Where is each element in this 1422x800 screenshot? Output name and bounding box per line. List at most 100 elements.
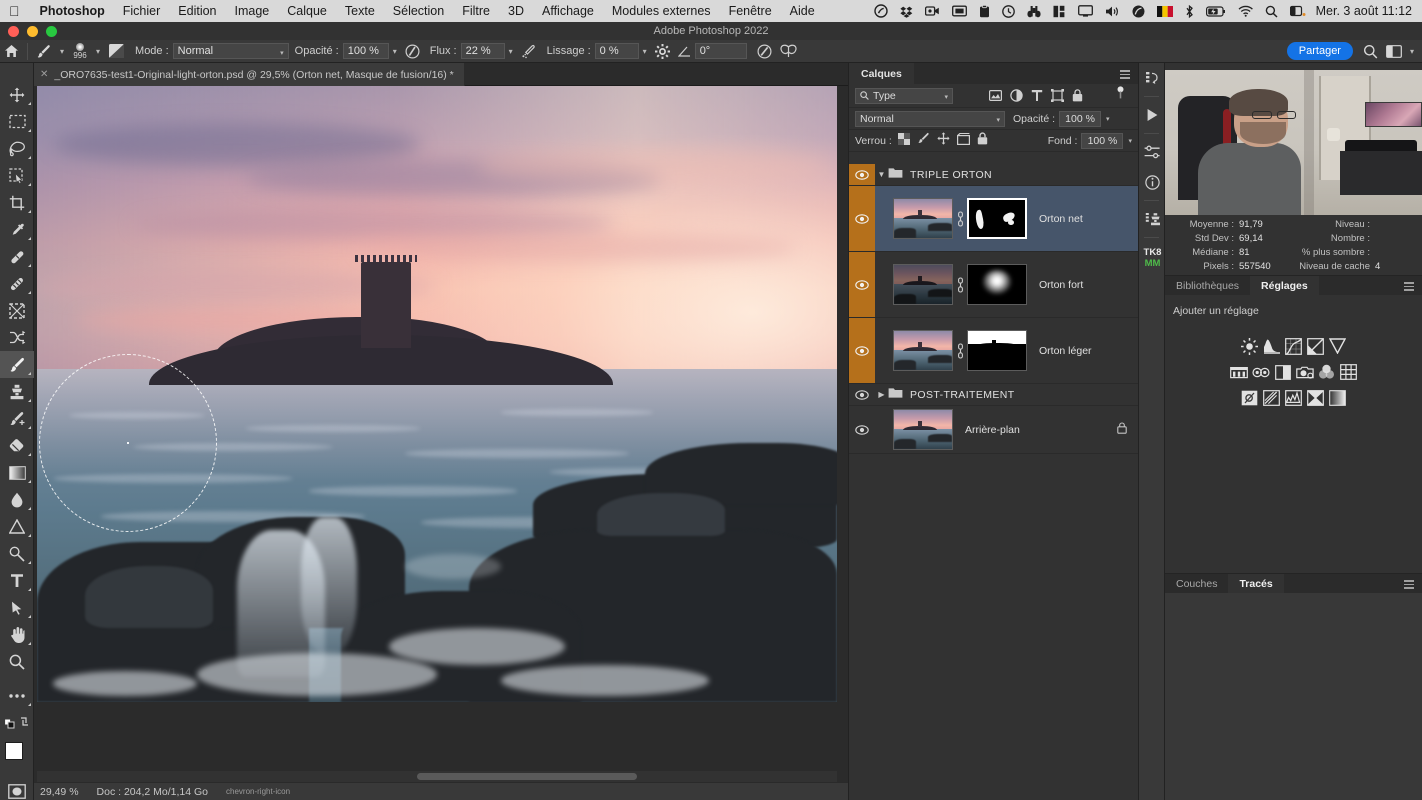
panel-menu-icon[interactable] [1120,70,1130,79]
control-center-icon[interactable] [1284,0,1312,22]
eye-icon[interactable] [849,164,875,185]
menu-item-aide[interactable]: Aide [781,4,824,18]
menu-item-calque[interactable]: Calque [278,4,336,18]
menu-item-filtre[interactable]: Filtre [453,4,499,18]
curves-icon[interactable] [1285,337,1303,355]
screen-record-icon[interactable] [919,0,946,22]
belgium-flag-icon[interactable] [1151,0,1179,22]
minimize-window-button[interactable] [27,26,38,37]
lock-transparent-pixels-icon[interactable] [897,132,910,150]
layer-row-orton-net[interactable]: Orton net [849,186,1139,252]
eye-icon[interactable] [849,406,875,453]
tab-calques[interactable]: Calques [849,63,914,84]
brush-preset-caret-icon[interactable]: ▾ [56,47,68,56]
airbrush-icon[interactable] [517,40,541,63]
photo-filter-icon[interactable] [1295,363,1314,381]
layer-thumbnail[interactable] [893,264,953,305]
blend-mode-select[interactable]: Normal ▾ [172,43,289,59]
patch-tool[interactable] [0,270,34,297]
time-machine-icon[interactable] [996,0,1021,22]
color-swatches[interactable] [0,740,34,778]
opacity-input[interactable]: 100 % [342,43,389,59]
lock-artboard-icon[interactable] [956,132,970,150]
link-icon[interactable] [953,276,967,293]
layer-thumbnail[interactable] [893,409,953,450]
link-icon[interactable] [953,342,967,359]
history-icon[interactable] [1139,63,1166,93]
object-selection-tool[interactable] [0,162,34,189]
layer-name[interactable]: POST-TRAITEMENT [910,389,1015,401]
properties-sliders-icon[interactable] [1139,137,1166,167]
shuffle-tool[interactable] [0,324,34,351]
wifi-icon[interactable] [1232,0,1259,22]
smartobject-filter-icon[interactable] [1068,89,1087,102]
lock-position-icon[interactable] [937,131,950,150]
spotlight-search-icon[interactable] [1259,0,1284,22]
panel-menu-icon[interactable] [1404,282,1414,291]
dodge-tool[interactable] [0,513,34,540]
levels-icon[interactable] [1263,337,1281,355]
flow-input[interactable]: 22 % [460,43,505,59]
binoculars-icon[interactable] [1021,0,1047,22]
document-canvas[interactable] [37,86,837,702]
eye-icon[interactable] [849,186,875,251]
hand-tool[interactable] [0,621,34,648]
type-tool[interactable] [0,567,34,594]
smoothing-input[interactable]: 0 % [594,43,639,59]
menu-item-modules-externes[interactable]: Modules externes [603,4,720,18]
share-button[interactable]: Partager [1286,42,1353,60]
menu-item-fichier[interactable]: Fichier [114,4,170,18]
battery-icon[interactable] [1200,0,1232,22]
exposure-icon[interactable] [1307,337,1325,355]
menu-item-3d[interactable]: 3D [499,4,533,18]
clipboard-icon[interactable] [973,0,996,22]
gradient-map-icon[interactable] [1329,389,1347,407]
eye-icon[interactable] [849,384,875,405]
adjustment-filter-icon[interactable] [1006,89,1027,102]
menubar-clock[interactable]: Mer. 3 août 11:12 [1312,4,1422,18]
dropbox-icon[interactable] [894,0,919,22]
scrollbar-thumb[interactable] [417,773,637,780]
crop-tool[interactable] [0,189,34,216]
layer-row-post-traitement[interactable]: ▶ POST-TRAITEMENT [849,384,1139,406]
eye-icon[interactable] [849,318,875,383]
spot-healing-brush-tool[interactable] [0,243,34,270]
layer-name[interactable]: Arrière-plan [965,424,1020,436]
chevron-down-icon[interactable]: ▾ [1128,137,1132,145]
gear-icon[interactable] [651,40,674,63]
layer-mask-thumbnail[interactable] [967,264,1027,305]
close-window-button[interactable] [8,26,19,37]
symmetry-butterfly-icon[interactable] [776,40,801,63]
clone-stamp-tool[interactable] [0,378,34,405]
layer-mask-thumbnail[interactable] [967,198,1027,239]
layer-row-orton-fort[interactable]: Orton fort [849,252,1139,318]
zoom-level[interactable]: 29,49 % [40,786,79,798]
layer-thumbnail[interactable] [893,330,953,371]
search-icon[interactable] [1359,40,1382,63]
zoom-tool[interactable] [0,648,34,675]
pressure-opacity-icon[interactable] [401,40,424,63]
panel-menu-icon[interactable] [1404,580,1414,589]
menu-item-selection[interactable]: Sélection [384,4,453,18]
selective-color-icon[interactable] [1307,389,1325,407]
chevron-down-icon[interactable]: ▾ [1106,115,1110,123]
quick-mask-tool[interactable] [0,778,34,800]
threshold-icon[interactable] [1285,389,1303,407]
rectangular-marquee-tool[interactable] [0,108,34,135]
menu-item-fenetre[interactable]: Fenêtre [720,4,781,18]
tab-reglages[interactable]: Réglages [1250,276,1319,295]
brush-preset-icon[interactable] [32,40,56,63]
menu-item-photoshop[interactable]: Photoshop [31,4,114,18]
pressure-size-icon[interactable] [753,40,776,63]
type-filter-icon[interactable] [1027,89,1047,102]
brush-settings-panel-icon[interactable] [104,40,129,63]
lock-image-pixels-icon[interactable] [917,132,930,150]
eye-icon[interactable] [849,252,875,317]
tab-traces[interactable]: Tracés [1228,574,1284,593]
brush-tool[interactable] [0,351,34,378]
filter-power-toggle-icon[interactable] [1115,86,1126,105]
layer-mask-thumbnail[interactable] [967,330,1027,371]
layer-blend-mode-select[interactable]: Normal ▾ [855,110,1005,127]
path-selection-tool[interactable] [0,594,34,621]
stats-icon[interactable] [1047,0,1072,22]
